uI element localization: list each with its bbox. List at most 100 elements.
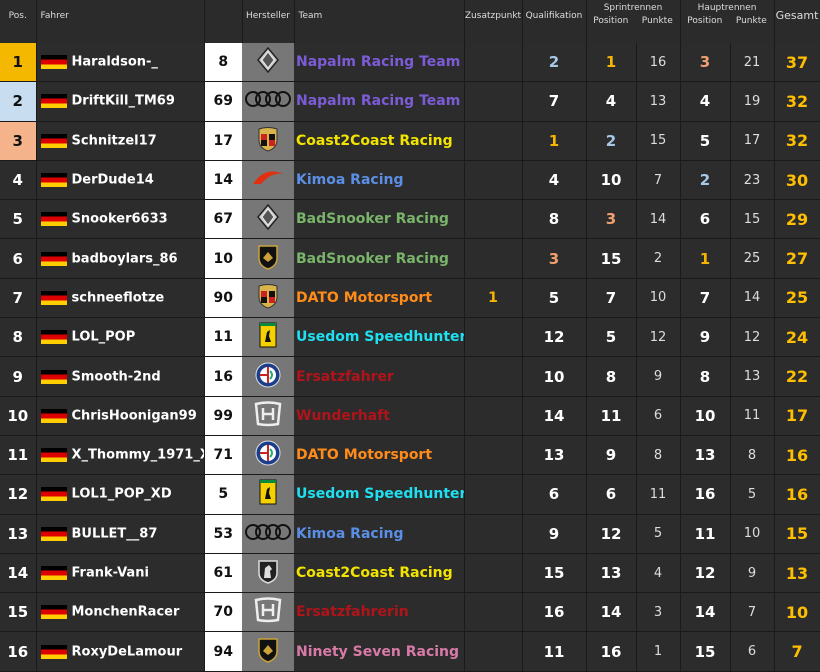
team-name: DATO Motorsport <box>294 435 465 476</box>
quali-position: 11 <box>522 631 587 672</box>
team-name: Kimoa Racing <box>294 160 465 201</box>
main-position: 15 <box>680 631 731 672</box>
bonus-point <box>464 514 523 554</box>
germany-flag-icon <box>40 448 67 463</box>
driver-cell: Haraldson-_ <box>36 43 205 83</box>
main-position: 4 <box>680 81 731 122</box>
header-sprint: Sprintrennen Position Punkte <box>586 0 681 43</box>
driver-cell: Smooth-2nd <box>36 356 205 397</box>
driver-name: LOL1_POP_XD <box>71 486 172 502</box>
main-position: 14 <box>680 592 731 633</box>
sprint-points: 8 <box>636 435 681 476</box>
sprint-points: 7 <box>636 160 681 201</box>
quali-position: 8 <box>522 199 587 240</box>
team-name: Kimoa Racing <box>294 514 465 554</box>
sprint-position: 13 <box>586 553 637 594</box>
sprint-position: 2 <box>586 121 637 161</box>
header-main: Hauptrennen Position Punkte <box>680 0 775 43</box>
car-number: 11 <box>204 317 242 358</box>
header-sprint-points: Punkte <box>641 16 673 26</box>
position-cell: 7 <box>0 278 37 319</box>
team-name: Ersatzfahrer <box>294 356 465 397</box>
driver-name: Schnitzel17 <box>71 133 157 149</box>
sprint-points: 15 <box>636 121 681 161</box>
sprint-position: 3 <box>586 199 637 240</box>
quali-position: 7 <box>522 81 587 122</box>
driver-name: Smooth-2nd <box>71 369 161 385</box>
lamborghini-logo-icon <box>257 244 279 274</box>
table-row: 13 BULLET__87 53 Kimoa Racing 9 12 5 11 10 15 <box>0 514 820 554</box>
sprint-points: 9 <box>636 356 681 397</box>
team-name: Ninety Seven Racing <box>294 631 465 672</box>
car-number: 71 <box>204 435 242 476</box>
sprint-position: 10 <box>586 160 637 201</box>
driver-name: Frank-Vani <box>71 565 149 581</box>
car-number: 16 <box>204 356 242 397</box>
quali-position: 13 <box>522 435 587 476</box>
car-number: 70 <box>204 592 242 633</box>
maker-cell <box>242 356 294 397</box>
quali-position: 3 <box>522 238 587 279</box>
maker-cell <box>242 278 294 319</box>
maker-cell <box>242 631 294 672</box>
total-points: 30 <box>774 160 820 201</box>
main-points: 8 <box>730 435 775 476</box>
germany-flag-icon <box>40 133 67 148</box>
header-maker: Hersteller <box>242 0 295 43</box>
total-points: 32 <box>774 121 820 161</box>
table-row: 11 X_Thommy_1971_X 71 DATO Motorsport 13 9 8 13… <box>0 435 820 476</box>
main-points: 21 <box>730 43 775 83</box>
driver-cell: LOL_POP <box>36 317 205 358</box>
bonus-point <box>464 396 523 436</box>
total-points: 7 <box>774 631 820 672</box>
header-pos: Pos. <box>0 0 37 43</box>
position-cell: 15 <box>0 592 37 633</box>
germany-flag-icon <box>40 408 67 423</box>
total-points: 13 <box>774 553 820 594</box>
total-points: 24 <box>774 317 820 358</box>
position-cell: 9 <box>0 356 37 397</box>
sprint-points: 4 <box>636 553 681 594</box>
main-points: 6 <box>730 631 775 672</box>
main-points: 25 <box>730 238 775 279</box>
driver-name: MonchenRacer <box>71 604 180 620</box>
driver-cell: Snooker6633 <box>36 199 205 240</box>
ferrari-logo-icon <box>259 322 277 352</box>
total-points: 22 <box>774 356 820 397</box>
main-position: 10 <box>680 396 731 436</box>
main-points: 14 <box>730 278 775 319</box>
car-number: 53 <box>204 514 242 554</box>
car-number: 8 <box>204 43 242 83</box>
total-points: 10 <box>774 592 820 633</box>
total-points: 16 <box>774 435 820 476</box>
position-cell: 4 <box>0 160 37 201</box>
driver-name: BULLET__87 <box>71 526 158 542</box>
mclaren-logo-icon <box>251 168 285 192</box>
maker-cell <box>242 553 294 594</box>
table-row: 10 ChrisHoonigan99 99 Wunderhaft 14 11 6 10 11 17 <box>0 396 820 436</box>
germany-flag-icon <box>40 566 67 580</box>
sprint-points: 6 <box>636 396 681 436</box>
renault-logo-icon <box>257 46 279 77</box>
sprint-position: 4 <box>586 81 637 122</box>
quali-position: 6 <box>522 474 587 515</box>
car-number: 5 <box>204 474 242 515</box>
header-row: Pos. Fahrer Hersteller Team Zusatzpunkt … <box>0 0 820 43</box>
main-points: 13 <box>730 356 775 397</box>
table-row: 6 badboylars_86 10 BadSnooker Racing 3 15 2 1 25… <box>0 238 820 279</box>
driver-name: badboylars_86 <box>71 251 178 267</box>
position-cell: 2 <box>0 81 37 122</box>
porsche-logo-icon <box>257 283 279 313</box>
main-position: 11 <box>680 514 731 554</box>
table-row: 12 LOL1_POP_XD 5 Usedom Speedhunters 6 6 11 16 5… <box>0 474 820 515</box>
sprint-points: 12 <box>636 317 681 358</box>
maker-cell <box>242 435 294 476</box>
germany-flag-icon <box>40 369 67 384</box>
position-cell: 12 <box>0 474 37 515</box>
team-name: Wunderhaft <box>294 396 465 436</box>
sprint-points: 10 <box>636 278 681 319</box>
total-points: 15 <box>774 514 820 554</box>
table-row: 7 schneeflotze 90 DATO Motorsport 1 5 7 10 7 14 25 <box>0 278 820 319</box>
table-row: 5 Snooker6633 67 BadSnooker Racing 8 3 14 6 15 29 <box>0 199 820 240</box>
position-cell: 11 <box>0 435 37 476</box>
